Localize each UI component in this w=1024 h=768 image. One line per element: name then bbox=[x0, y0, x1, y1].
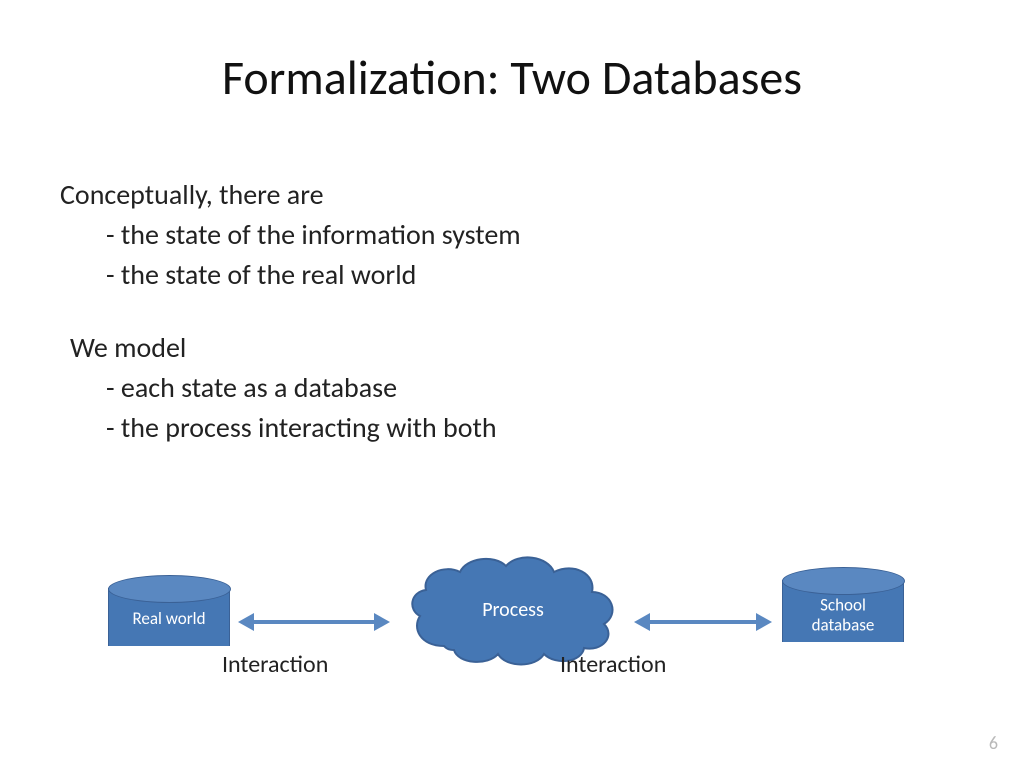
slide-body: Conceptually, there are - the state of t… bbox=[60, 176, 940, 449]
body-bullet-1: - the state of the information system bbox=[106, 216, 940, 254]
cylinder-real-world: Real world bbox=[108, 588, 228, 646]
diagram: Real world Interaction Process Interacti… bbox=[0, 530, 1024, 730]
cylinder-label-right: Schooldatabase bbox=[783, 595, 903, 634]
slide-title: Formalization: Two Databases bbox=[0, 48, 1024, 107]
double-arrow-left bbox=[252, 620, 376, 624]
body-bullet-3: - each state as a database bbox=[106, 369, 940, 407]
arrow-caption-right: Interaction bbox=[560, 650, 666, 679]
cylinder-top-ellipse bbox=[108, 575, 231, 603]
cylinder-bottom-ellipse bbox=[108, 631, 231, 659]
cylinder-barrel: Schooldatabase bbox=[782, 580, 904, 642]
cylinder-label-left: Real world bbox=[109, 609, 229, 629]
cylinder-barrel: Real world bbox=[108, 588, 230, 646]
body-lead-2: We model bbox=[70, 329, 940, 367]
cylinder-top-ellipse bbox=[782, 567, 905, 595]
body-lead-1: Conceptually, there are bbox=[60, 176, 940, 214]
arrow-caption-left: Interaction bbox=[222, 650, 328, 679]
slide: Formalization: Two Databases Conceptuall… bbox=[0, 0, 1024, 768]
cloud-label: Process bbox=[398, 598, 628, 622]
body-bullet-2: - the state of the real world bbox=[106, 256, 940, 294]
body-gap bbox=[60, 295, 940, 329]
body-bullet-4: - the process interacting with both bbox=[106, 409, 940, 447]
double-arrow-right bbox=[648, 620, 758, 624]
page-number: 6 bbox=[989, 732, 998, 754]
cylinder-school-database: Schooldatabase bbox=[782, 580, 902, 642]
